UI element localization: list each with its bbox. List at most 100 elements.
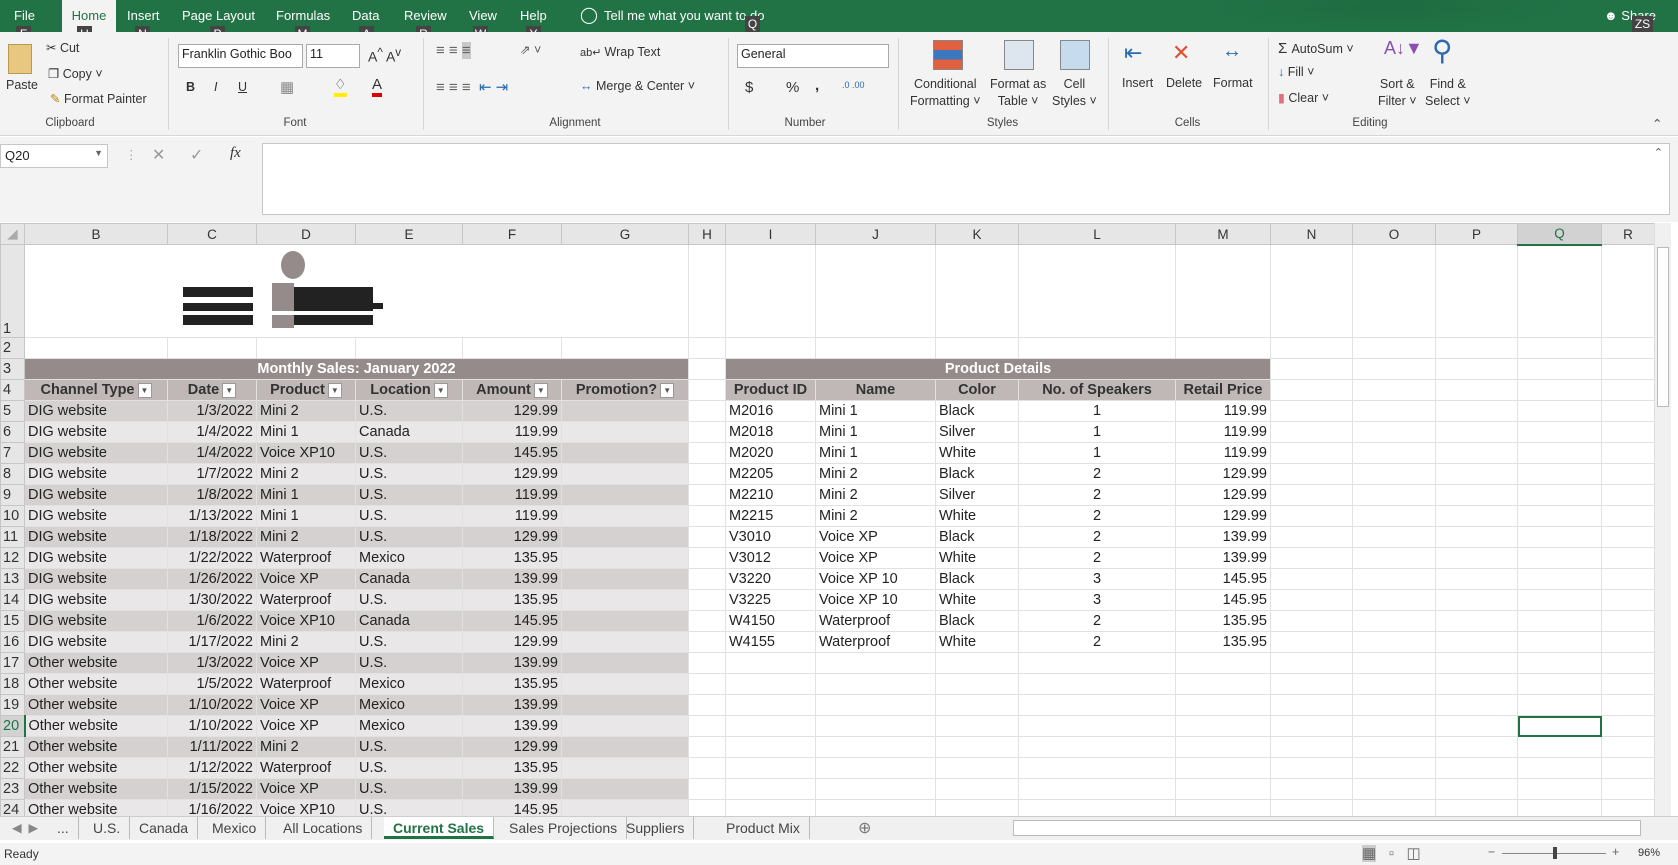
cell[interactable] bbox=[1601, 526, 1654, 548]
cell[interactable] bbox=[1601, 358, 1654, 380]
cell[interactable] bbox=[725, 244, 816, 338]
sales-cell[interactable] bbox=[561, 421, 689, 443]
product-cell[interactable]: 3 bbox=[1018, 568, 1176, 590]
sales-cell[interactable]: 119.99 bbox=[462, 421, 562, 443]
sales-cell[interactable]: Other website bbox=[24, 673, 168, 695]
cell[interactable] bbox=[1435, 694, 1518, 716]
cell[interactable] bbox=[688, 484, 726, 506]
products-column-header[interactable]: Name bbox=[815, 379, 936, 401]
cell[interactable] bbox=[815, 244, 936, 338]
product-cell[interactable]: Mini 1 bbox=[815, 400, 936, 422]
sales-cell[interactable]: 1/22/2022 bbox=[167, 547, 257, 569]
sales-cell[interactable]: 1/5/2022 bbox=[167, 673, 257, 695]
column-header[interactable]: J bbox=[815, 223, 936, 245]
cell[interactable] bbox=[1517, 244, 1602, 338]
sales-cell[interactable]: Voice XP bbox=[256, 694, 356, 716]
cell[interactable] bbox=[1352, 421, 1436, 443]
percent-button[interactable]: % bbox=[786, 79, 799, 96]
enter-icon[interactable]: ✓ bbox=[190, 145, 203, 165]
scroll-thumb[interactable] bbox=[1657, 247, 1669, 407]
sales-cell[interactable]: U.S. bbox=[355, 652, 463, 674]
product-cell[interactable]: Mini 2 bbox=[815, 505, 936, 527]
product-cell[interactable]: Black bbox=[935, 400, 1019, 422]
cell[interactable] bbox=[688, 244, 726, 338]
sales-cell[interactable]: U.S. bbox=[355, 736, 463, 758]
cell[interactable] bbox=[1435, 547, 1518, 569]
cell[interactable] bbox=[1352, 631, 1436, 653]
products-column-header[interactable]: No. of Speakers bbox=[1018, 379, 1176, 401]
cell[interactable] bbox=[1435, 379, 1518, 401]
cell[interactable] bbox=[1270, 673, 1353, 695]
product-cell[interactable]: White bbox=[935, 631, 1019, 653]
column-header[interactable]: P bbox=[1435, 223, 1518, 245]
sales-cell[interactable]: 1/26/2022 bbox=[167, 568, 257, 590]
cell[interactable] bbox=[815, 736, 936, 758]
product-cell[interactable]: 135.95 bbox=[1175, 631, 1271, 653]
sales-cell[interactable]: 1/7/2022 bbox=[167, 463, 257, 485]
product-cell[interactable]: W4155 bbox=[725, 631, 816, 653]
product-cell[interactable]: 139.99 bbox=[1175, 526, 1271, 548]
row-header[interactable]: 7 bbox=[0, 442, 25, 464]
copy-button[interactable]: ❐ Copy ˅ bbox=[48, 66, 103, 81]
cell[interactable] bbox=[1270, 694, 1353, 716]
sales-cell[interactable]: Canada bbox=[355, 610, 463, 632]
sales-cell[interactable]: Canada bbox=[355, 421, 463, 443]
product-cell[interactable]: 145.95 bbox=[1175, 568, 1271, 590]
sales-cell[interactable]: DIG website bbox=[24, 421, 168, 443]
cell[interactable] bbox=[1175, 244, 1271, 338]
cell[interactable] bbox=[1270, 547, 1353, 569]
sales-cell[interactable] bbox=[561, 547, 689, 569]
row-header[interactable]: 13 bbox=[0, 568, 25, 590]
cell[interactable] bbox=[1175, 652, 1271, 674]
sales-cell[interactable] bbox=[561, 715, 689, 737]
cell[interactable] bbox=[1270, 652, 1353, 674]
cell[interactable] bbox=[1352, 337, 1436, 359]
cell[interactable] bbox=[725, 715, 816, 737]
sales-cell[interactable]: Voice XP bbox=[256, 568, 356, 590]
row-header[interactable]: 6 bbox=[0, 421, 25, 443]
product-cell[interactable]: 119.99 bbox=[1175, 421, 1271, 443]
italic-button[interactable]: I bbox=[214, 80, 217, 94]
cell[interactable] bbox=[688, 757, 726, 779]
sales-cell[interactable]: Mini 2 bbox=[256, 631, 356, 653]
cell[interactable] bbox=[725, 694, 816, 716]
cancel-icon[interactable]: ✕ bbox=[152, 145, 165, 165]
name-box[interactable]: Q20 ▼ bbox=[0, 144, 108, 168]
view-buttons[interactable]: ▦ ▫ ◫ bbox=[1362, 844, 1421, 862]
cell[interactable] bbox=[1270, 631, 1353, 653]
row-header[interactable]: 4 bbox=[0, 379, 25, 401]
sales-cell[interactable]: 1/3/2022 bbox=[167, 652, 257, 674]
product-cell[interactable]: 1 bbox=[1018, 421, 1176, 443]
sales-cell[interactable]: Waterproof bbox=[256, 547, 356, 569]
cell[interactable] bbox=[256, 337, 356, 359]
product-cell[interactable]: Mini 2 bbox=[815, 484, 936, 506]
sheet-tab[interactable]: Mexico bbox=[203, 817, 267, 839]
sheet-tab[interactable]: U.S. bbox=[84, 817, 131, 839]
cell[interactable] bbox=[1517, 778, 1602, 800]
zoom-in-button[interactable]: + bbox=[1612, 845, 1619, 859]
sheet-tab[interactable]: Suppliers bbox=[617, 817, 695, 839]
filter-dropdown-icon[interactable]: ▼ bbox=[433, 382, 448, 398]
cell[interactable] bbox=[1352, 589, 1436, 611]
cell[interactable] bbox=[725, 673, 816, 695]
cell[interactable] bbox=[1270, 778, 1353, 800]
sales-cell[interactable]: Other website bbox=[24, 778, 168, 800]
align-left-icon[interactable]: ≡ ≡ ≡ ⇤ ⇥ bbox=[436, 78, 508, 96]
sales-cell[interactable] bbox=[561, 484, 689, 506]
sales-cell[interactable]: DIG website bbox=[24, 631, 168, 653]
column-header[interactable]: E bbox=[355, 223, 463, 245]
cell[interactable] bbox=[1517, 631, 1602, 653]
cell[interactable] bbox=[1270, 379, 1353, 401]
sales-cell[interactable] bbox=[561, 400, 689, 422]
cell[interactable] bbox=[1018, 757, 1176, 779]
cell[interactable] bbox=[1601, 694, 1654, 716]
cell[interactable] bbox=[1435, 673, 1518, 695]
sales-column-header[interactable]: Date ▼ bbox=[167, 379, 257, 401]
row-header[interactable]: 23 bbox=[0, 778, 25, 800]
column-header[interactable]: K bbox=[935, 223, 1019, 245]
sales-cell[interactable]: Mexico bbox=[355, 694, 463, 716]
select-all-corner[interactable]: ◢ bbox=[0, 223, 25, 245]
sheet-tab[interactable]: Sales Projections bbox=[500, 817, 628, 839]
fill-color-icon[interactable]: ♢ bbox=[334, 76, 347, 97]
cell[interactable] bbox=[1352, 778, 1436, 800]
